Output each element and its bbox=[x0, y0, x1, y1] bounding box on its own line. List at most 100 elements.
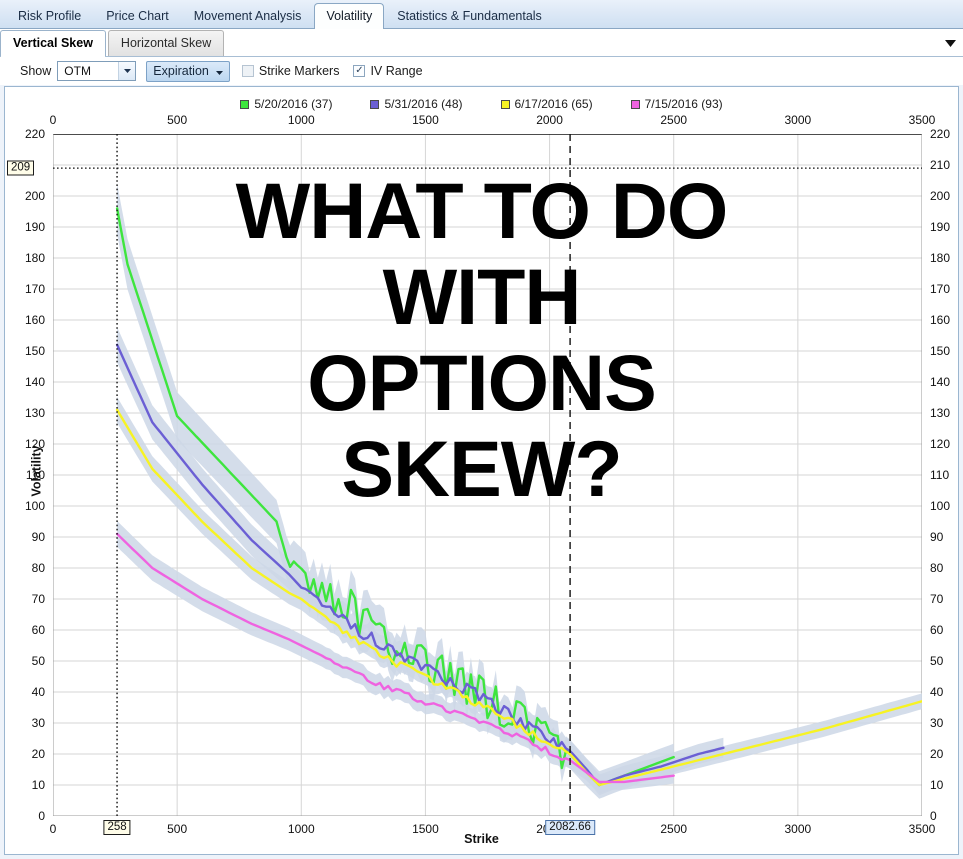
y-tick-label: 180 bbox=[24, 251, 45, 265]
expiration-button[interactable]: Expiration bbox=[146, 60, 230, 82]
current-price-marker[interactable]: 258 bbox=[103, 820, 131, 835]
chevron-down-icon bbox=[118, 62, 136, 80]
x-tick-label: 3000 bbox=[784, 822, 812, 836]
y-tick-label: 100 bbox=[24, 499, 45, 513]
y-tick-label: 0 bbox=[38, 809, 45, 823]
y-tick-label: 130 bbox=[930, 406, 951, 420]
strike-markers-label: Strike Markers bbox=[258, 64, 340, 78]
tab-movement-analysis[interactable]: Movement Analysis bbox=[182, 3, 314, 28]
tab-label: Price Chart bbox=[106, 9, 169, 23]
chart-legend: 5/20/2016 (37) 5/31/2016 (48) 6/17/2016 … bbox=[5, 97, 958, 111]
legend-item[interactable]: 6/17/2016 (65) bbox=[500, 97, 593, 111]
x-tick-label: 1000 bbox=[287, 822, 315, 836]
x-tick-label: 2500 bbox=[660, 822, 688, 836]
y-tick-label: 220 bbox=[930, 127, 951, 141]
y-tick-label: 20 bbox=[31, 747, 45, 761]
subtab-label: Horizontal Skew bbox=[120, 36, 212, 50]
y-tick-label: 160 bbox=[930, 313, 951, 327]
legend-item[interactable]: 5/20/2016 (37) bbox=[240, 97, 332, 111]
y-tick-label: 140 bbox=[24, 375, 45, 389]
tab-label: Risk Profile bbox=[18, 9, 82, 23]
plot-area: 0 500 1000 1500 2000 2500 3000 3500 0 500 1000 150… bbox=[7, 113, 950, 836]
x-axis-title: Strike bbox=[464, 832, 499, 846]
tab-price-chart[interactable]: Price Chart bbox=[94, 3, 181, 28]
y-tick-label: 210 bbox=[930, 158, 951, 172]
volatility-chart-panel: 5/20/2016 (37) 5/31/2016 (48) 6/17/2016 … bbox=[4, 86, 959, 855]
tab-label: Movement Analysis bbox=[193, 9, 302, 23]
y-tick-label: 0 bbox=[930, 809, 937, 823]
tab-risk-profile[interactable]: Risk Profile bbox=[6, 3, 93, 28]
y-tick-label: 10 bbox=[31, 778, 45, 792]
y-tick-label: 120 bbox=[930, 437, 951, 451]
show-dropdown[interactable]: OTM bbox=[57, 61, 137, 81]
subtab-label: Vertical Skew bbox=[13, 36, 93, 50]
volatility-marker[interactable]: 209 bbox=[7, 160, 35, 176]
legend-label: 5/20/2016 (37) bbox=[254, 97, 333, 111]
x-tick-label: 3000 bbox=[784, 113, 812, 127]
x-tick-label: 0 bbox=[49, 113, 57, 127]
y-tick-label: 200 bbox=[24, 189, 45, 203]
strike-markers-checkbox[interactable]: Strike Markers bbox=[241, 64, 340, 78]
x-tick-label: 3500 bbox=[908, 113, 936, 127]
y-tick-label: 150 bbox=[930, 344, 951, 358]
tab-volatility[interactable]: Volatility bbox=[314, 3, 385, 29]
y-tick-label: 180 bbox=[930, 251, 951, 265]
tab-label: Statistics & Fundamentals bbox=[397, 9, 542, 23]
legend-item[interactable]: 5/31/2016 (48) bbox=[370, 97, 463, 111]
legend-item[interactable]: 7/15/2016 (93) bbox=[630, 97, 723, 111]
x-tick-label: 500 bbox=[167, 113, 188, 127]
check-icon: ✓ bbox=[355, 65, 364, 76]
subtab-vertical-skew[interactable]: Vertical Skew bbox=[0, 30, 106, 57]
y-tick-label: 60 bbox=[31, 623, 45, 637]
legend-swatch-yellow bbox=[500, 99, 510, 109]
triangle-down-icon bbox=[215, 64, 223, 78]
x-tick-label: 2500 bbox=[660, 113, 688, 127]
x-tick-label: 500 bbox=[167, 822, 188, 836]
y-tick-label: 100 bbox=[930, 499, 951, 513]
y-tick-label: 80 bbox=[31, 561, 45, 575]
tab-statistics-fundamentals[interactable]: Statistics & Fundamentals bbox=[385, 3, 554, 28]
y-tick-label: 190 bbox=[24, 220, 45, 234]
underlying-price-marker[interactable]: 2082.66 bbox=[545, 820, 595, 835]
y-tick-label: 70 bbox=[31, 592, 45, 606]
expiration-button-label: Expiration bbox=[153, 64, 209, 78]
legend-label: 7/15/2016 (93) bbox=[644, 97, 723, 111]
y-tick-label: 30 bbox=[930, 716, 944, 730]
y-tick-label: 110 bbox=[25, 468, 45, 482]
y-tick-label: 80 bbox=[930, 561, 944, 575]
legend-swatch-magenta bbox=[630, 99, 640, 109]
y-tick-label: 150 bbox=[24, 344, 45, 358]
plot-canvas bbox=[53, 134, 922, 816]
checkbox-box bbox=[241, 65, 254, 77]
show-label: Show bbox=[20, 64, 52, 78]
y-tick-label: 50 bbox=[31, 654, 45, 668]
y-tick-label: 170 bbox=[930, 282, 951, 296]
x-tick-label: 3500 bbox=[908, 822, 936, 836]
y-tick-label: 60 bbox=[930, 623, 944, 637]
show-dropdown-value: OTM bbox=[64, 64, 91, 78]
x-tick-label: 1500 bbox=[412, 822, 439, 836]
y-tick-label: 110 bbox=[930, 468, 950, 482]
sub-tab-bar: Vertical Skew Horizontal Skew bbox=[0, 29, 963, 57]
volatility-skew-window: Risk Profile Price Chart Movement Analys… bbox=[0, 0, 963, 859]
tab-label: Volatility bbox=[326, 9, 373, 23]
y-tick-label: 160 bbox=[24, 313, 45, 327]
y-tick-label: 90 bbox=[31, 530, 45, 544]
x-tick-label: 0 bbox=[49, 822, 57, 836]
legend-swatch-green bbox=[240, 99, 250, 109]
y-tick-label: 70 bbox=[930, 592, 944, 606]
y-tick-label: 10 bbox=[930, 778, 944, 792]
y-tick-label: 140 bbox=[930, 375, 951, 389]
x-tick-label: 2000 bbox=[536, 113, 563, 127]
x-tick-label: 1500 bbox=[412, 113, 439, 127]
y-tick-label: 30 bbox=[31, 716, 45, 730]
iv-range-checkbox[interactable]: ✓ IV Range bbox=[353, 64, 423, 78]
y-tick-label: 220 bbox=[24, 127, 45, 141]
y-tick-label: 40 bbox=[31, 685, 45, 699]
y-tick-label: 40 bbox=[930, 685, 944, 699]
legend-label: 5/31/2016 (48) bbox=[384, 97, 463, 111]
subtab-horizontal-skew[interactable]: Horizontal Skew bbox=[107, 30, 225, 56]
y-tick-label: 50 bbox=[930, 654, 944, 668]
chevron-down-icon[interactable] bbox=[937, 30, 963, 56]
legend-swatch-blue bbox=[370, 99, 380, 109]
